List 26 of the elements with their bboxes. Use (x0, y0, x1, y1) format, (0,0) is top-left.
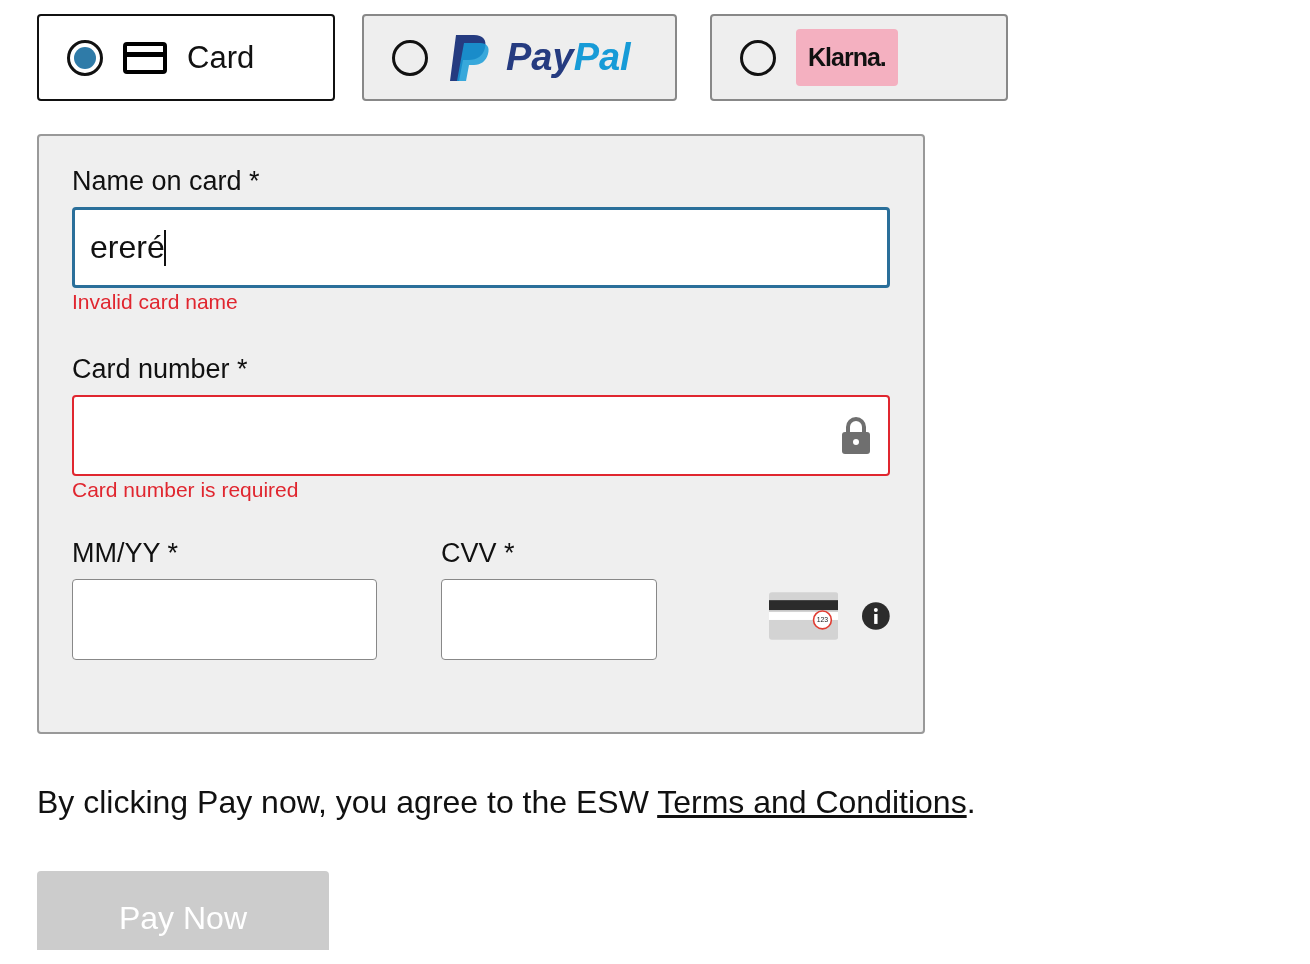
klarna-logo: Klarna. (796, 29, 898, 86)
text-cursor (163, 229, 166, 266)
payment-option[interactable]: Card (37, 14, 335, 101)
payment-option[interactable]: Klarna. (710, 14, 1008, 101)
input-field[interactable] (72, 579, 377, 660)
field-label: Name on card * (72, 166, 261, 197)
field-label: Card number * (72, 354, 249, 385)
input-field[interactable]: ereré (72, 207, 890, 288)
lock-icon (840, 415, 872, 455)
error-message: Invalid card name (72, 290, 239, 314)
credit-card-icon (123, 41, 167, 74)
payment-option[interactable]: PayPal (362, 14, 677, 101)
radio-button[interactable] (67, 39, 103, 76)
radio-button[interactable] (392, 39, 428, 76)
paypal-p-icon (448, 32, 492, 83)
input-field[interactable] (72, 395, 890, 476)
field-label: CVV * (441, 538, 516, 569)
info-icon[interactable] (862, 602, 890, 630)
error-message: Card number is required (72, 478, 300, 502)
radio-button[interactable] (740, 39, 776, 76)
option-label: Card (187, 39, 255, 76)
terms-link[interactable]: Terms and Conditions (657, 784, 967, 820)
field-label: MM/YY * (72, 538, 180, 569)
input-field[interactable] (441, 579, 657, 660)
terms-text: By clicking Pay now, you agree to the ESW Terms and Conditions. (37, 784, 977, 821)
paypal-logo: PayPal (506, 36, 631, 79)
